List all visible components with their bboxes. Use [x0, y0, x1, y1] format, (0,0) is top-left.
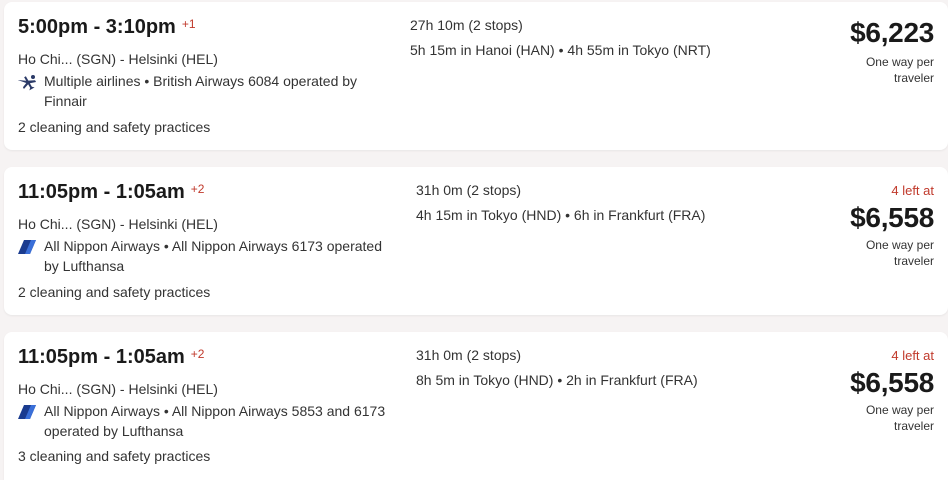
- departure-arrival-times: 11:05pm - 1:05am: [18, 181, 185, 203]
- price-block: $6,223 One way per traveler: [850, 16, 934, 86]
- flight-result-card[interactable]: 11:05pm - 1:05am +2 Ho Chi... (SGN) - He…: [4, 167, 948, 315]
- price: $6,558: [850, 367, 934, 398]
- day-offset-badge: +2: [190, 347, 205, 361]
- safety-practices-link[interactable]: 2 cleaning and safety practices: [18, 119, 210, 135]
- price-note: One way per traveler: [850, 54, 934, 86]
- airline-info: All Nippon Airways • All Nippon Airways …: [18, 236, 408, 276]
- departure-arrival-times: 11:05pm - 1:05am: [18, 346, 185, 368]
- duration-stops: 31h 0m (2 stops): [416, 347, 522, 363]
- price-note-line-1: One way per: [865, 403, 934, 417]
- airline-line-1: All Nippon Airways • All Nippon Airways …: [44, 403, 386, 419]
- airline-line-2: Finnair: [44, 93, 87, 109]
- route-text: Ho Chi... (SGN) - Helsinki (HEL): [18, 216, 218, 232]
- safety-practices-link[interactable]: 3 cleaning and safety practices: [18, 448, 210, 464]
- price-note-line-1: One way per: [865, 238, 934, 252]
- price-note: One way per traveler: [850, 237, 934, 269]
- day-offset-badge: +1: [181, 17, 196, 31]
- flight-result-card[interactable]: 5:00pm - 3:10pm +1 Ho Chi... (SGN) - Hel…: [4, 2, 948, 150]
- safety-practices-link[interactable]: 2 cleaning and safety practices: [18, 284, 210, 300]
- airline-line-2: operated by Lufthansa: [44, 423, 184, 439]
- departure-arrival-times: 5:00pm - 3:10pm: [18, 16, 176, 38]
- airline-line-1: Multiple airlines • British Airways 6084…: [44, 73, 358, 89]
- price-block: 4 left at $6,558 One way per traveler: [850, 348, 934, 434]
- route-text: Ho Chi... (SGN) - Helsinki (HEL): [18, 51, 218, 67]
- price-note-line-1: One way per: [865, 55, 934, 69]
- flight-result-card[interactable]: 11:05pm - 1:05am +2 Ho Chi... (SGN) - He…: [4, 332, 948, 480]
- multi-airline-plane-icon: [18, 75, 37, 91]
- flight-duration-info: 31h 0m (2 stops) 4h 15m in Tokyo (HND) •…: [416, 178, 705, 228]
- route-text: Ho Chi... (SGN) - Helsinki (HEL): [18, 381, 218, 397]
- layover-details: 8h 5m in Tokyo (HND) • 2h in Frankfurt (…: [416, 372, 698, 388]
- all-nippon-airways-logo-icon: [18, 240, 36, 254]
- airline-info: Multiple airlines • British Airways 6084…: [18, 71, 408, 111]
- seats-left-warning: 4 left at: [891, 348, 934, 363]
- price-note-line-2: traveler: [893, 254, 934, 268]
- duration-stops: 27h 10m (2 stops): [410, 17, 523, 33]
- layover-details: 5h 15m in Hanoi (HAN) • 4h 55m in Tokyo …: [410, 42, 711, 58]
- price-note-line-2: traveler: [893, 419, 934, 433]
- airline-line-1: All Nippon Airways • All Nippon Airways …: [44, 238, 382, 254]
- flight-times: 11:05pm - 1:05am +2: [18, 346, 408, 376]
- day-offset-badge: +2: [190, 182, 205, 196]
- price: $6,558: [850, 202, 934, 233]
- seats-left-warning: 4 left at: [891, 183, 934, 198]
- duration-stops: 31h 0m (2 stops): [416, 182, 522, 198]
- flight-duration-info: 31h 0m (2 stops) 8h 5m in Tokyo (HND) • …: [416, 343, 698, 393]
- price: $6,223: [850, 17, 934, 48]
- price-block: 4 left at $6,558 One way per traveler: [850, 183, 934, 269]
- airline-info: All Nippon Airways • All Nippon Airways …: [18, 401, 408, 441]
- layover-details: 4h 15m in Tokyo (HND) • 6h in Frankfurt …: [416, 207, 706, 223]
- price-note-line-2: traveler: [893, 71, 934, 85]
- flight-duration-info: 27h 10m (2 stops) 5h 15m in Hanoi (HAN) …: [410, 13, 711, 63]
- flight-times: 5:00pm - 3:10pm +1: [18, 16, 408, 46]
- airline-line-2: by Lufthansa: [44, 258, 125, 274]
- price-note: One way per traveler: [850, 402, 934, 434]
- all-nippon-airways-logo-icon: [18, 405, 36, 419]
- flight-times: 11:05pm - 1:05am +2: [18, 181, 408, 211]
